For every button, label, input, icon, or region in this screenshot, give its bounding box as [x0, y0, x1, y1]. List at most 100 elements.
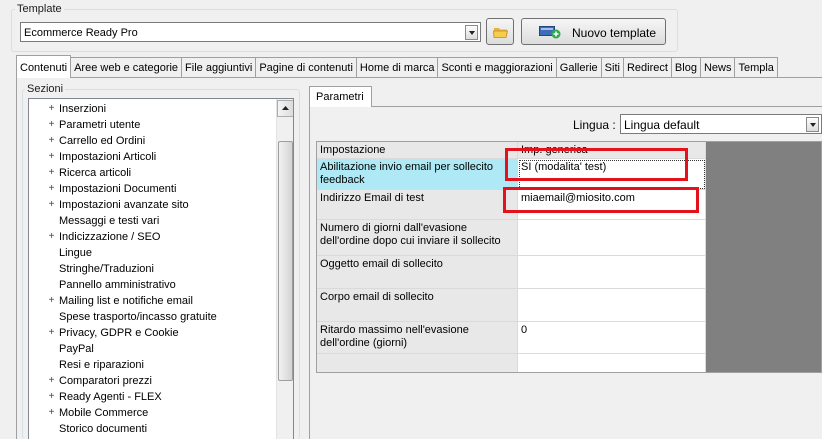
tree-item[interactable]: + Parametri utente [29, 117, 274, 133]
tree-item-label: Impostazioni Articoli [59, 151, 157, 163]
grid-row-value[interactable] [518, 256, 706, 289]
grid-row-value[interactable]: 0 [518, 322, 706, 354]
plus-expand-icon[interactable]: + [47, 373, 56, 389]
grid-row-label[interactable] [317, 354, 518, 372]
new-template-label: Nuovo template [572, 26, 657, 40]
tree-item-label: Mailing list e notifiche email [59, 295, 193, 307]
grid-empty-area [706, 142, 821, 372]
tree-item[interactable]: + Privacy, GDPR e Cookie [29, 325, 274, 341]
tab-4[interactable]: Home di marca [355, 57, 439, 78]
tree-item[interactable]: Spese trasporto/incasso gratuite [29, 309, 274, 325]
tab-7[interactable]: Siti [600, 57, 624, 78]
tree-item-label: Storico documenti [59, 423, 148, 435]
tree-item[interactable]: + Ready Agenti - FLEX [29, 389, 274, 405]
grid-row-label[interactable]: Abilitazione invio email per sollecito f… [317, 159, 518, 190]
plus-expand-icon[interactable]: + [47, 101, 56, 117]
open-folder-button[interactable] [486, 18, 514, 45]
grid-row-label[interactable]: Oggetto email di sollecito [317, 256, 518, 289]
tab-8[interactable]: Redirect [622, 57, 672, 78]
tab-1[interactable]: Aree web e categorie [70, 57, 183, 78]
plus-expand-icon[interactable]: + [47, 405, 56, 421]
tree-item[interactable]: + Inserzioni [29, 101, 274, 117]
tree-item[interactable]: + Impostazioni avanzate sito [29, 197, 274, 213]
highlight-box-value [505, 148, 688, 181]
plus-expand-icon[interactable]: + [47, 229, 56, 245]
tree-item-label: Resi e riparazioni [59, 359, 144, 371]
tree-item[interactable]: + Impostazioni Documenti [29, 181, 274, 197]
tab-3[interactable]: Pagine di contenuti [255, 57, 357, 78]
tree-item[interactable]: PayPal [29, 341, 274, 357]
plus-expand-icon[interactable]: + [47, 325, 56, 341]
tree-item-label: Comparatori prezzi [59, 375, 152, 387]
grid-row-value[interactable] [518, 354, 706, 372]
new-template-button[interactable]: Nuovo template [521, 18, 666, 45]
template-select[interactable]: Ecommerce Ready Pro [20, 22, 481, 42]
tree-item[interactable]: + Mobile Commerce [29, 405, 274, 421]
tree-item[interactable]: Lingue [29, 245, 274, 261]
tree-item-label: Inserzioni [59, 103, 107, 115]
plus-expand-icon[interactable]: + [47, 165, 56, 181]
tree-item-label: Carrello ed Ordini [59, 135, 146, 147]
folder-open-icon [493, 26, 509, 41]
tree-item-label: Impostazioni Documenti [59, 183, 177, 195]
tree-item-label: Lingue [59, 247, 93, 259]
tree-item-label: Spese trasporto/incasso gratuite [59, 311, 217, 323]
sections-scrollbar[interactable] [276, 99, 293, 439]
grid-header-setting: Impostazione [317, 142, 518, 159]
scroll-up-button[interactable] [277, 100, 293, 117]
tree-item-label: Messaggi e testi vari [59, 215, 160, 227]
grid-row-label[interactable]: Ritardo massimo nell'evasione dell'ordin… [317, 322, 518, 354]
tab-9[interactable]: Blog [670, 57, 701, 78]
tree-item[interactable]: Messaggi e testi vari [29, 213, 274, 229]
tree-item-label: Parametri utente [59, 119, 141, 131]
grid-row-value[interactable] [518, 220, 706, 256]
tree-item-label: Mobile Commerce [59, 407, 149, 419]
tree-item[interactable]: + Comparatori prezzi [29, 373, 274, 389]
grid-row-value[interactable] [518, 289, 706, 322]
chevron-down-icon[interactable] [806, 117, 819, 132]
tab-11[interactable]: Templa [734, 57, 778, 78]
lingua-select[interactable]: Lingua default [620, 114, 822, 134]
tree-item[interactable]: + Impostazioni Articoli [29, 149, 274, 165]
tree-item[interactable]: + Carrello ed Ordini [29, 133, 274, 149]
tab-5[interactable]: Sconti e maggiorazioni [437, 57, 557, 78]
plus-expand-icon[interactable]: + [47, 117, 56, 133]
chevron-down-icon[interactable] [465, 25, 478, 40]
lingua-label: Lingua : [573, 118, 616, 132]
sections-group-title: Sezioni [25, 83, 66, 95]
arrow-up-icon [282, 106, 289, 110]
tree-item[interactable]: Stringhe/Traduzioni [29, 261, 274, 277]
tree-item-label: Ricerca articoli [59, 167, 132, 179]
tree-item-label: Stringhe/Traduzioni [59, 263, 154, 275]
tree-item-label: PayPal [59, 343, 94, 355]
tree-item-label: Ready Agenti - FLEX [59, 391, 162, 403]
tree-item[interactable]: + Mailing list e notifiche email [29, 293, 274, 309]
grid-row-label[interactable]: Numero di giorni dall'evasione dell'ordi… [317, 220, 518, 256]
tab-2[interactable]: File aggiuntivi [181, 57, 257, 78]
tree-item[interactable]: Pannello amministrativo [29, 277, 274, 293]
plus-expand-icon[interactable]: + [47, 197, 56, 213]
tree-item-label: Pannello amministrativo [59, 279, 176, 291]
tab-6[interactable]: Gallerie [555, 57, 602, 78]
tree-item[interactable]: + Indicizzazione / SEO [29, 229, 274, 245]
grid-row-label[interactable]: Corpo email di sollecito [317, 289, 518, 322]
tree-item[interactable]: Storico documenti [29, 421, 274, 437]
plus-expand-icon[interactable]: + [47, 133, 56, 149]
plus-expand-icon[interactable]: + [47, 389, 56, 405]
tab-0[interactable]: Contenuti [16, 55, 72, 78]
new-template-icon [539, 25, 561, 42]
template-group-title: Template [15, 3, 64, 15]
sections-tree[interactable]: + Inserzioni + Parametri utente + Carrello ed… [28, 98, 294, 439]
tree-item[interactable]: + Ricerca articoli [29, 165, 274, 181]
tree-item[interactable]: Resi e riparazioni [29, 357, 274, 373]
tab-parametri[interactable]: Parametri [309, 86, 372, 107]
tree-item-label: Indicizzazione / SEO [59, 231, 161, 243]
plus-expand-icon[interactable]: + [47, 181, 56, 197]
plus-expand-icon[interactable]: + [47, 149, 56, 165]
plus-expand-icon[interactable]: + [47, 293, 56, 309]
template-select-value: Ecommerce Ready Pro [24, 27, 138, 39]
tab-10[interactable]: News [699, 57, 736, 78]
tree-item-label: Impostazioni avanzate sito [59, 199, 189, 211]
scroll-thumb[interactable] [278, 141, 293, 381]
grid-row-label[interactable]: Indirizzo Email di test [317, 190, 518, 220]
